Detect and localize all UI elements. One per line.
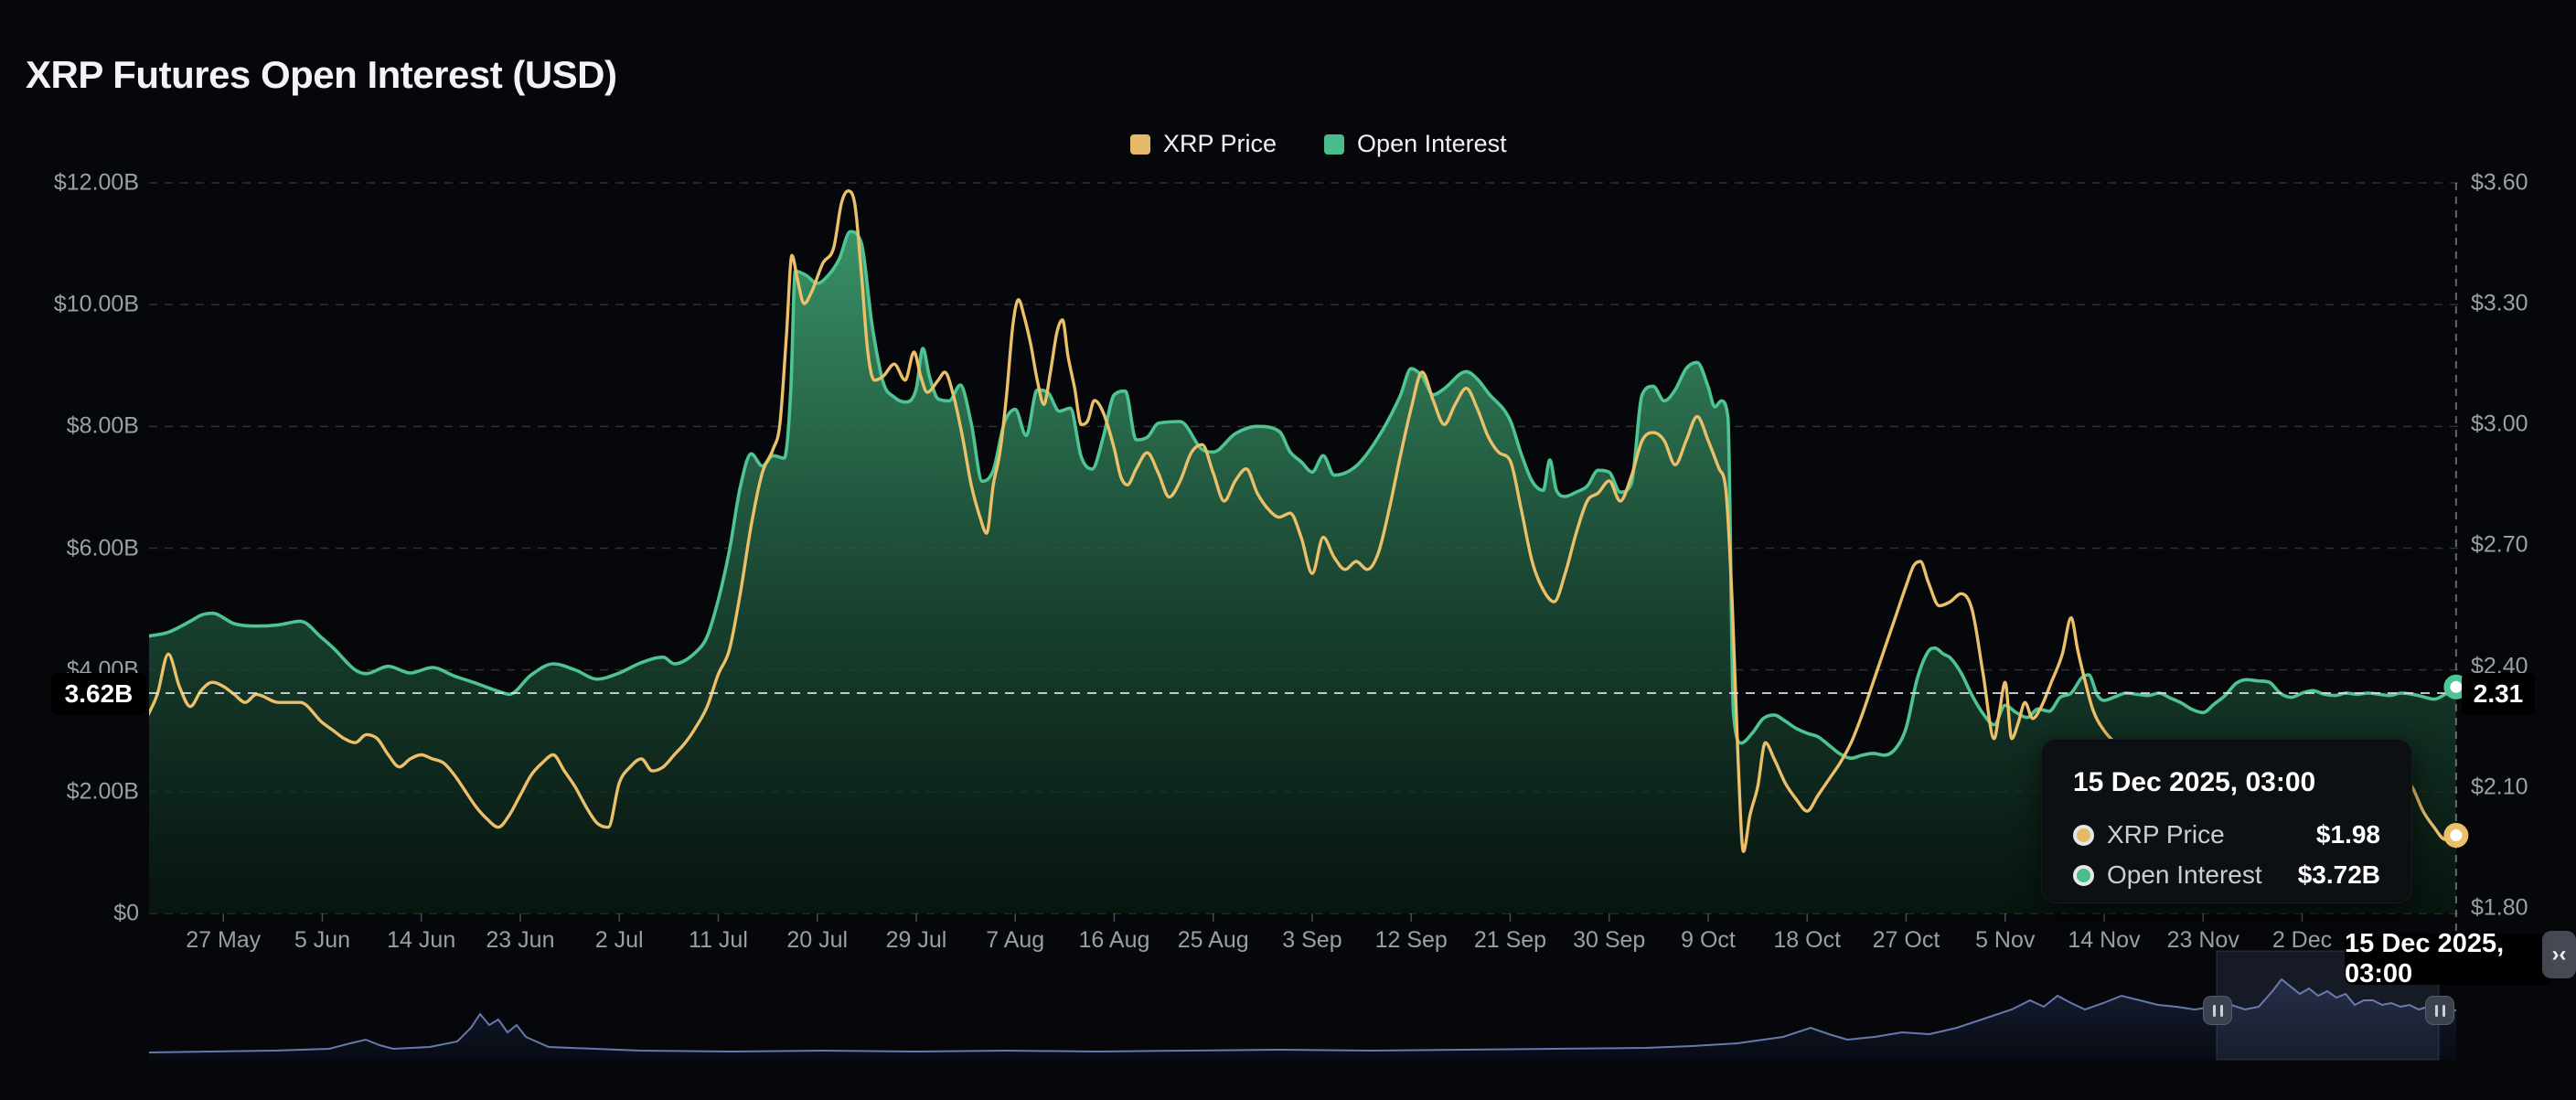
x-axis-label: 29 Jul [886, 927, 947, 954]
tooltip-value: $1.98 [2316, 820, 2380, 849]
y-axis-label-right: $1.80 [2471, 894, 2528, 921]
x-axis-label: 7 Aug [986, 927, 1044, 954]
y-axis-label-left: $10.00B [0, 292, 139, 318]
crosshair-right-axis-badge: 2.31 [2462, 673, 2535, 715]
y-axis-label-left: $2.00B [0, 778, 139, 805]
tooltip-value: $3.72B [2298, 860, 2380, 890]
x-axis-label: 20 Jul [786, 927, 848, 954]
y-axis-label-right: $3.00 [2471, 411, 2528, 438]
x-axis-label: 16 Aug [1079, 927, 1150, 954]
open-interest-dot-icon [2073, 865, 2094, 886]
tooltip-row-open-interest: Open Interest $3.72B [2073, 860, 2380, 890]
y-axis-label-left: $12.00B [0, 170, 139, 197]
navigator-right-handle[interactable] [2425, 996, 2454, 1025]
x-axis-label: 21 Sep [1474, 927, 1546, 954]
y-axis-label-right: $2.70 [2471, 532, 2528, 559]
navigator-area [149, 979, 2456, 1060]
x-axis-label: 27 May [186, 927, 261, 954]
x-axis-label: 11 Jul [689, 927, 748, 954]
y-axis-label-left: $8.00B [0, 413, 139, 440]
x-axis-label: 14 Jun [387, 927, 455, 954]
chart-tooltip: 15 Dec 2025, 03:00 XRP Price $1.98 Open … [2041, 739, 2412, 903]
x-axis-label: 14 Nov [2068, 927, 2140, 954]
crosshair-left-axis-badge: 3.62B [51, 673, 146, 715]
y-axis-label-right: $3.60 [2471, 170, 2528, 197]
xrp-price-dot-icon [2073, 825, 2094, 846]
x-axis-label: 2 Jul [595, 927, 644, 954]
tooltip-row-xrp-price: XRP Price $1.98 [2073, 820, 2380, 849]
x-axis-label: 30 Sep [1573, 927, 1645, 954]
crosshair-date-badge: 15 Dec 2025, 03:00 [2345, 934, 2553, 985]
x-axis-label: 23 Nov [2167, 927, 2239, 954]
collapse-icon[interactable]: ›‹ [2542, 931, 2576, 978]
chart-panel: XRP Futures Open Interest (USD) XRP Pric… [0, 0, 2576, 1100]
x-axis-label: 5 Jun [294, 927, 350, 954]
x-axis-label: 25 Aug [1178, 927, 1249, 954]
x-axis-label: 23 Jun [486, 927, 554, 954]
x-axis-label: 3 Sep [1282, 927, 1341, 954]
y-axis-label-right: $3.30 [2471, 291, 2528, 317]
y-axis-label-right: $2.10 [2471, 774, 2528, 800]
y-axis-label-left: $6.00B [0, 535, 139, 561]
x-axis-label: 5 Nov [1975, 927, 2035, 954]
x-axis-label: 2 Dec [2272, 927, 2332, 954]
x-axis-label: 27 Oct [1873, 927, 1940, 954]
navigator-left-handle[interactable] [2203, 996, 2232, 1025]
x-axis-label: 18 Oct [1773, 927, 1841, 954]
tooltip-title: 15 Dec 2025, 03:00 [2073, 767, 2380, 798]
x-axis-label: 12 Sep [1375, 927, 1448, 954]
x-axis-label: 9 Oct [1681, 927, 1736, 954]
y-axis-label-left: $0 [0, 901, 139, 927]
xrp-price-marker-dot [2447, 827, 2465, 845]
